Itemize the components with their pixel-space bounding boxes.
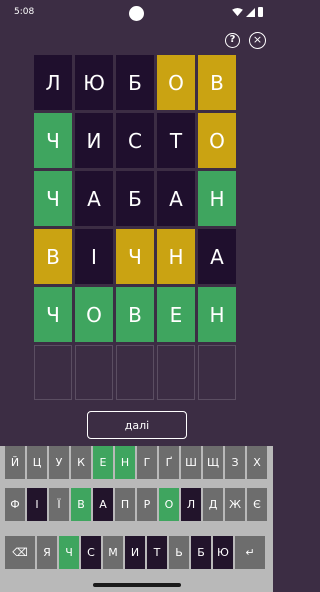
keyboard-row: ⌫ Я Ч С М И Т Ь Б Ю ↵ <box>5 536 265 569</box>
board-tile <box>116 345 154 400</box>
status-bar: 5:08 <box>0 0 273 28</box>
next-button[interactable]: далі <box>87 411 187 439</box>
key[interactable]: О <box>159 488 179 521</box>
board-tile: Н <box>198 171 236 226</box>
key[interactable]: Є <box>247 488 267 521</box>
key[interactable]: Б <box>191 536 211 569</box>
key[interactable]: Т <box>147 536 167 569</box>
board-tile: Н <box>198 287 236 342</box>
key[interactable]: В <box>71 488 91 521</box>
key[interactable]: М <box>103 536 123 569</box>
board-tile: В <box>116 287 154 342</box>
board-tile: О <box>75 287 113 342</box>
board-tile <box>198 345 236 400</box>
board-tile: А <box>198 229 236 284</box>
backspace-icon[interactable]: ⌫ <box>5 536 35 569</box>
board-tile: Ч <box>116 229 154 284</box>
board-tile: Б <box>116 171 154 226</box>
key[interactable]: Ю <box>213 536 233 569</box>
keyboard-row: ЙЦУКЕНГҐШЩЗХ <box>5 446 267 479</box>
key[interactable]: К <box>71 446 91 479</box>
board-tile: Ч <box>34 113 72 168</box>
battery-icon <box>258 7 263 17</box>
key[interactable]: Ь <box>169 536 189 569</box>
board-tile: В <box>198 55 236 110</box>
key[interactable]: Я <box>37 536 57 569</box>
board-tile: И <box>75 113 113 168</box>
status-time: 5:08 <box>14 7 35 17</box>
key[interactable]: Ж <box>225 488 245 521</box>
help-icon[interactable]: ? <box>225 33 240 48</box>
board-tile: Ч <box>34 171 72 226</box>
board-tile: Ю <box>75 55 113 110</box>
keyboard-row: ФІЇВАПРОЛДЖЄ <box>5 488 267 521</box>
board-tile: І <box>75 229 113 284</box>
key[interactable]: Ч <box>59 536 79 569</box>
key[interactable]: И <box>125 536 145 569</box>
camera-cutout <box>129 6 144 21</box>
key[interactable]: З <box>225 446 245 479</box>
board-tile: Е <box>157 287 195 342</box>
next-button-label: далі <box>124 418 150 432</box>
key[interactable]: Р <box>137 488 157 521</box>
board-tile: Т <box>157 113 195 168</box>
board-tile <box>34 345 72 400</box>
key[interactable]: А <box>93 488 113 521</box>
key[interactable]: Е <box>93 446 113 479</box>
board-tile: А <box>75 171 113 226</box>
key[interactable]: Ш <box>181 446 201 479</box>
board-tile: С <box>116 113 154 168</box>
on-screen-keyboard: Й Ц У К Е Н Г Ґ Ш Щ З Х Ф І Ї В А П Р О Л Д Ж Є ⌫ Я Ч С М И Т Ь Б Ю ↵ <box>0 446 273 592</box>
board-tile <box>75 345 113 400</box>
key[interactable]: Г <box>137 446 157 479</box>
board-tile: Н <box>157 229 195 284</box>
board-tile: В <box>34 229 72 284</box>
enter-icon[interactable]: ↵ <box>235 536 265 569</box>
key[interactable]: Х <box>247 446 267 479</box>
signal-icon <box>246 7 255 17</box>
key[interactable]: У <box>49 446 69 479</box>
key[interactable]: Ф <box>5 488 25 521</box>
home-indicator[interactable] <box>93 583 181 587</box>
key[interactable]: І <box>27 488 47 521</box>
key[interactable]: Й <box>5 446 25 479</box>
key[interactable]: Щ <box>203 446 223 479</box>
key[interactable]: Ґ <box>159 446 179 479</box>
board-tile: А <box>157 171 195 226</box>
key[interactable]: П <box>115 488 135 521</box>
key[interactable]: Ї <box>49 488 69 521</box>
board-tile: О <box>157 55 195 110</box>
status-icons <box>232 7 263 17</box>
key[interactable]: Н <box>115 446 135 479</box>
game-board: ЛЮБОВЧИСТОЧАБАНВІЧНАЧОВЕН <box>34 55 236 400</box>
wifi-icon <box>232 7 243 16</box>
key[interactable]: Д <box>203 488 223 521</box>
key[interactable]: Л <box>181 488 201 521</box>
board-tile: Л <box>34 55 72 110</box>
key[interactable]: Ц <box>27 446 47 479</box>
board-tile: О <box>198 113 236 168</box>
board-tile <box>157 345 195 400</box>
key[interactable]: С <box>81 536 101 569</box>
board-tile: Б <box>116 55 154 110</box>
close-icon[interactable]: × <box>249 32 266 49</box>
board-tile: Ч <box>34 287 72 342</box>
